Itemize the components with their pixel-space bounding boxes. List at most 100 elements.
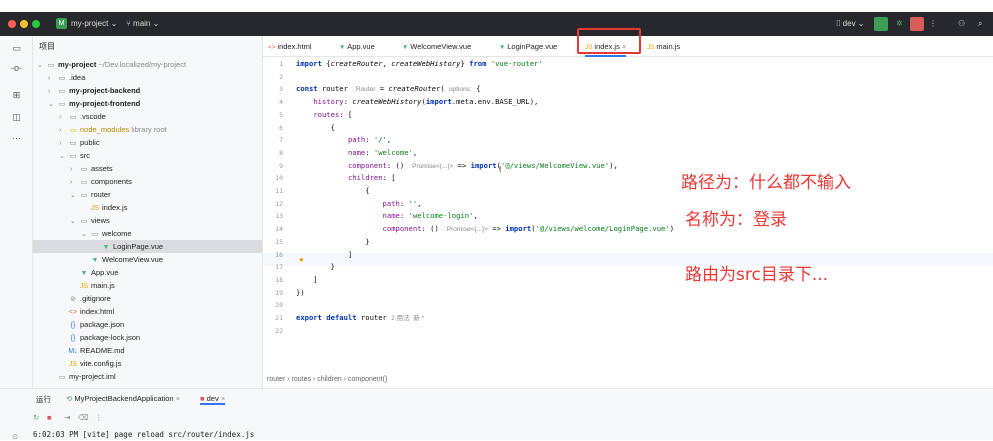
- search-icon[interactable]: ⌕: [978, 19, 982, 29]
- code-line[interactable]: path: '/',: [296, 134, 391, 147]
- more-icon[interactable]: ⋮: [929, 19, 937, 28]
- tree-item[interactable]: ⌄ ▭ my-project-frontend: [33, 97, 262, 110]
- tree-item-label: public: [80, 138, 100, 147]
- tree-item[interactable]: JS index.js: [33, 201, 262, 214]
- structure-icon[interactable]: ⊞: [11, 90, 22, 101]
- tree-item[interactable]: › ▭ components: [33, 175, 262, 188]
- tree-item[interactable]: {} package-lock.json: [33, 331, 262, 344]
- console-output[interactable]: 6:02:03 PM [vite] page reload src/router…: [33, 430, 254, 439]
- code-line[interactable]: }: [296, 261, 335, 274]
- line-number: 3: [279, 85, 283, 94]
- tree-item[interactable]: ▼ App.vue: [33, 266, 262, 279]
- tree-item[interactable]: › ▭ .idea: [33, 71, 262, 84]
- close-icon[interactable]: ×: [221, 394, 225, 403]
- code-line[interactable]: {: [296, 185, 369, 198]
- code-line[interactable]: name: 'welcome-login',: [296, 210, 478, 223]
- line-number: 6: [279, 123, 283, 132]
- tree-item[interactable]: ⌄ ▭ router: [33, 188, 262, 201]
- breadcrumb-item[interactable]: routes: [292, 376, 311, 383]
- editor-tab[interactable]: <> index.html: [268, 36, 312, 57]
- stop-button[interactable]: [910, 17, 924, 31]
- project-view-icon[interactable]: ▭: [11, 43, 22, 54]
- editor-tab[interactable]: JS index.js ×: [585, 36, 627, 57]
- tree-item[interactable]: ▼ WelcomeView.vue: [33, 253, 262, 266]
- js-icon: JS: [585, 44, 595, 51]
- editor-tab[interactable]: ▼ App.vue: [339, 36, 375, 57]
- minimize-window-button[interactable]: [20, 20, 28, 28]
- tree-item[interactable]: › ▭ assets: [33, 162, 262, 175]
- more-tools-icon[interactable]: ···: [11, 133, 22, 144]
- bookmarks-icon[interactable]: ◫: [11, 112, 22, 123]
- editor-tab[interactable]: ▼ WelcomeView.vue: [402, 36, 471, 57]
- breadcrumb-item[interactable]: router: [267, 376, 285, 383]
- vue-icon: ▼: [499, 44, 508, 51]
- breadcrumb-item[interactable]: children: [317, 376, 342, 383]
- tree-item-label: package.json: [80, 320, 125, 329]
- rerun-icon[interactable]: ↻: [33, 413, 39, 422]
- line-number: 17: [275, 263, 283, 272]
- editor-tab-label: WelcomeView.vue: [410, 42, 472, 51]
- account-icon[interactable]: ⚇: [958, 19, 965, 28]
- code-line[interactable]: path: '',: [296, 198, 422, 211]
- line-number: 15: [275, 237, 283, 246]
- close-window-button[interactable]: [8, 20, 16, 28]
- more-icon[interactable]: ⋮: [95, 413, 103, 422]
- tree-item[interactable]: ⌄ ▭ welcome: [33, 227, 262, 240]
- html-icon: <>: [268, 44, 278, 51]
- tree-item[interactable]: › ▭ .vscode: [33, 110, 262, 123]
- title-bar: M my-project ⌄ ⑂ main ⌄ ⁞⁞ dev ⌄ ✲ ⋮ ⚇ ⌕: [0, 12, 993, 36]
- tree-item[interactable]: JS main.js: [33, 279, 262, 292]
- code-line[interactable]: name: 'welcome',: [296, 147, 417, 160]
- zoom-window-button[interactable]: [32, 20, 40, 28]
- code-line[interactable]: ]: [296, 274, 317, 287]
- code-line[interactable]: ]: [296, 249, 352, 262]
- tree-item[interactable]: ⊘ .gitignore: [33, 292, 262, 305]
- code-line[interactable]: export default router 2 用法 新 *: [296, 312, 424, 325]
- project-badge[interactable]: M: [56, 18, 67, 29]
- code-line[interactable]: const router : Router = createRouter( op…: [296, 83, 480, 96]
- delete-icon[interactable]: ⌫: [78, 413, 89, 422]
- tree-item[interactable]: M↓ README.md: [33, 344, 262, 357]
- restore-layout-icon[interactable]: ⇥: [64, 413, 70, 422]
- tree-item[interactable]: ⌄ ▭ my-project ~/Dev.localized/my-project: [33, 58, 262, 71]
- close-icon[interactable]: ×: [176, 394, 180, 403]
- code-line[interactable]: {: [296, 122, 335, 135]
- code-line[interactable]: routes: [: [296, 109, 352, 122]
- debug-icon[interactable]: ✲: [896, 19, 903, 28]
- run-tab-backend[interactable]: ⟲ MyProjectBackendApplication ×: [66, 394, 180, 403]
- tree-item[interactable]: › ▭ my-project-backend: [33, 84, 262, 97]
- run-config-select[interactable]: ⁞⁞ dev ⌄: [836, 19, 865, 28]
- tree-item[interactable]: JS vite.config.js: [33, 357, 262, 370]
- rerun-button[interactable]: [874, 17, 888, 31]
- tree-item-label: .vscode: [80, 112, 106, 121]
- line-number: 12: [275, 199, 283, 208]
- tree-item[interactable]: ⌄ ▭ src: [33, 149, 262, 162]
- tree-item[interactable]: ▭ my-project.iml: [33, 370, 262, 383]
- editor: <> index.html ▼ App.vue ▼ WelcomeView.vue ▼…: [263, 28, 993, 388]
- breadcrumb-item[interactable]: component(): [348, 376, 387, 383]
- breadcrumb: router › routes › children › component(): [267, 376, 387, 383]
- code-line[interactable]: }: [296, 236, 369, 249]
- tree-item[interactable]: ⌄ ▭ views: [33, 214, 262, 227]
- code-line[interactable]: children: [: [296, 172, 396, 185]
- tree-item[interactable]: › ▭ node_modules library root: [33, 123, 262, 136]
- annotation-path: 路径为：什么都不输入: [681, 173, 851, 193]
- commit-icon[interactable]: -o-: [11, 63, 22, 74]
- code-line[interactable]: component: () : Promise<{...}> => import…: [296, 160, 618, 173]
- editor-tab[interactable]: ▼ LoginPage.vue: [499, 36, 557, 57]
- code-line[interactable]: component: () : Promise<{...}> => import…: [296, 223, 675, 236]
- tree-item[interactable]: {} package.json: [33, 318, 262, 331]
- tree-item[interactable]: › ▭ public: [33, 136, 262, 149]
- branch-switcher[interactable]: ⑂ main ⌄: [126, 19, 159, 28]
- editor-tab[interactable]: JS main.js: [647, 36, 680, 57]
- tree-item[interactable]: <> index.html: [33, 305, 262, 318]
- run-tab-dev[interactable]: ■ dev ×: [200, 394, 226, 405]
- code-line[interactable]: history: createWebHistory(import.meta.en…: [296, 96, 538, 109]
- close-tab-icon[interactable]: ×: [620, 42, 626, 51]
- project-switcher[interactable]: my-project ⌄: [71, 19, 117, 28]
- stop-icon[interactable]: ■: [47, 413, 52, 422]
- tree-item-label: LoginPage.vue: [113, 242, 164, 251]
- code-line[interactable]: }): [296, 287, 305, 300]
- tree-item[interactable]: ▼ LoginPage.vue: [33, 240, 262, 253]
- code-line[interactable]: import {createRouter, createWebHistory} …: [296, 58, 543, 71]
